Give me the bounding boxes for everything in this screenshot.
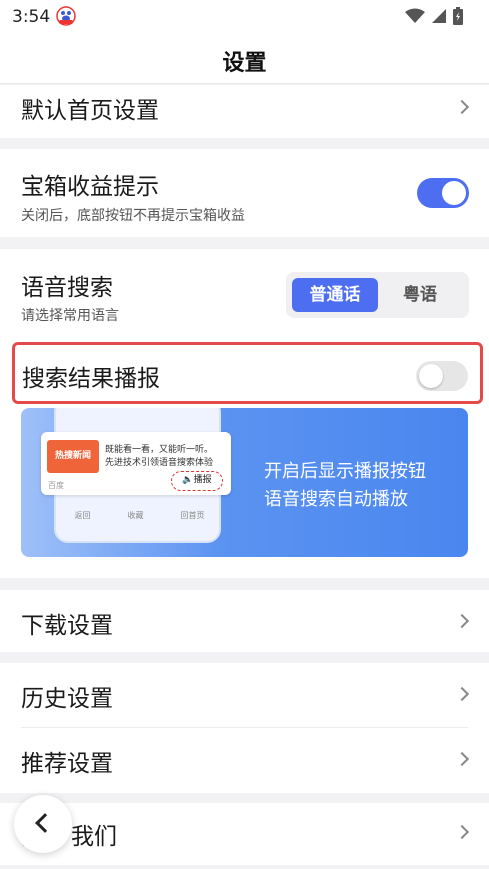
- speaker-icon: 🔈: [182, 475, 194, 485]
- phone-nav-home: 回首页: [180, 511, 205, 520]
- language-selector: 普通话 粤语: [286, 272, 469, 318]
- search-broadcast-label: 搜索结果播报: [22, 366, 160, 392]
- about-label: 我们: [71, 824, 117, 850]
- promo-text-2: 语音搜索自动播放: [264, 489, 408, 510]
- chevron-right-icon: [454, 613, 470, 629]
- phone-nav-back: 返回: [74, 511, 91, 520]
- toggle-knob: [442, 181, 466, 205]
- history-settings-label: 历史设置: [21, 686, 113, 712]
- broadcast-button-illustration: 🔈播报: [171, 471, 223, 491]
- history-settings-row[interactable]: 历史设置: [0, 663, 489, 727]
- history-recommend-group: 历史设置 推荐设置: [0, 663, 489, 793]
- treasure-tip-subtitle: 关闭后，底部按钮不再提示宝箱收益: [21, 208, 245, 224]
- download-settings-row[interactable]: 下载设置: [0, 590, 489, 652]
- default-homepage-row[interactable]: 默认首页设置: [0, 85, 489, 138]
- chevron-right-icon: [454, 99, 470, 115]
- wifi-icon: [405, 8, 425, 23]
- broadcast-button-label: 播报: [193, 475, 212, 485]
- option-mandarin[interactable]: 普通话: [292, 278, 378, 312]
- about-row[interactable]: 关于 我们: [0, 803, 489, 865]
- recommend-settings-label: 推荐设置: [21, 751, 113, 777]
- voice-search-subtitle: 请选择常用语言: [21, 308, 119, 324]
- status-time: 3:54: [12, 7, 51, 27]
- page-title: 设置: [222, 51, 267, 76]
- recommend-settings-row[interactable]: 推荐设置: [0, 728, 489, 793]
- toggle-knob: [419, 364, 443, 388]
- promo-text-1: 开启后显示播报按钮: [264, 461, 426, 482]
- chevron-right-icon: [454, 751, 470, 767]
- treasure-tip-toggle[interactable]: [417, 178, 469, 208]
- voice-search-label: 语音搜索: [21, 275, 113, 301]
- news-card-illustration: 热搜新闻 既能看一看，又能听一听。 先进技术引领语音搜索体验 百度 🔈播报: [41, 432, 231, 495]
- battery-icon: [453, 7, 463, 25]
- download-settings-label: 下载设置: [21, 613, 113, 639]
- signal-icon: [432, 9, 446, 23]
- phone-nav-bar: 返回 收藏 回首页: [56, 510, 223, 521]
- chevron-right-icon: [454, 824, 470, 840]
- news-headline-2: 先进技术引领语音搜索体验: [105, 458, 214, 468]
- option-cantonese[interactable]: 粤语: [377, 278, 463, 312]
- title-bar: 设置: [0, 34, 489, 84]
- news-thumbnail: 热搜新闻: [47, 440, 99, 473]
- treasure-tip-row: 宝箱收益提示 关闭后，底部按钮不再提示宝箱收益: [0, 149, 489, 237]
- chevron-right-icon: [454, 686, 470, 702]
- news-source: 百度: [48, 481, 64, 490]
- treasure-tip-label: 宝箱收益提示: [21, 174, 159, 200]
- status-bar: 3:54: [0, 0, 489, 34]
- default-homepage-label: 默认首页设置: [21, 98, 159, 124]
- back-arrow-icon: [35, 813, 55, 833]
- search-broadcast-toggle[interactable]: [416, 361, 468, 391]
- baidu-app-icon: [56, 6, 76, 26]
- broadcast-promo-banner: 返回 收藏 回首页 热搜新闻 既能看一看，又能听一听。 先进技术引领语音搜索体验…: [21, 408, 468, 557]
- phone-nav-favorite: 收藏: [127, 511, 144, 520]
- search-broadcast-row: 搜索结果播报: [12, 342, 483, 404]
- floating-back-button[interactable]: [14, 795, 72, 853]
- news-headline-1: 既能看一看，又能听一听。: [105, 445, 214, 455]
